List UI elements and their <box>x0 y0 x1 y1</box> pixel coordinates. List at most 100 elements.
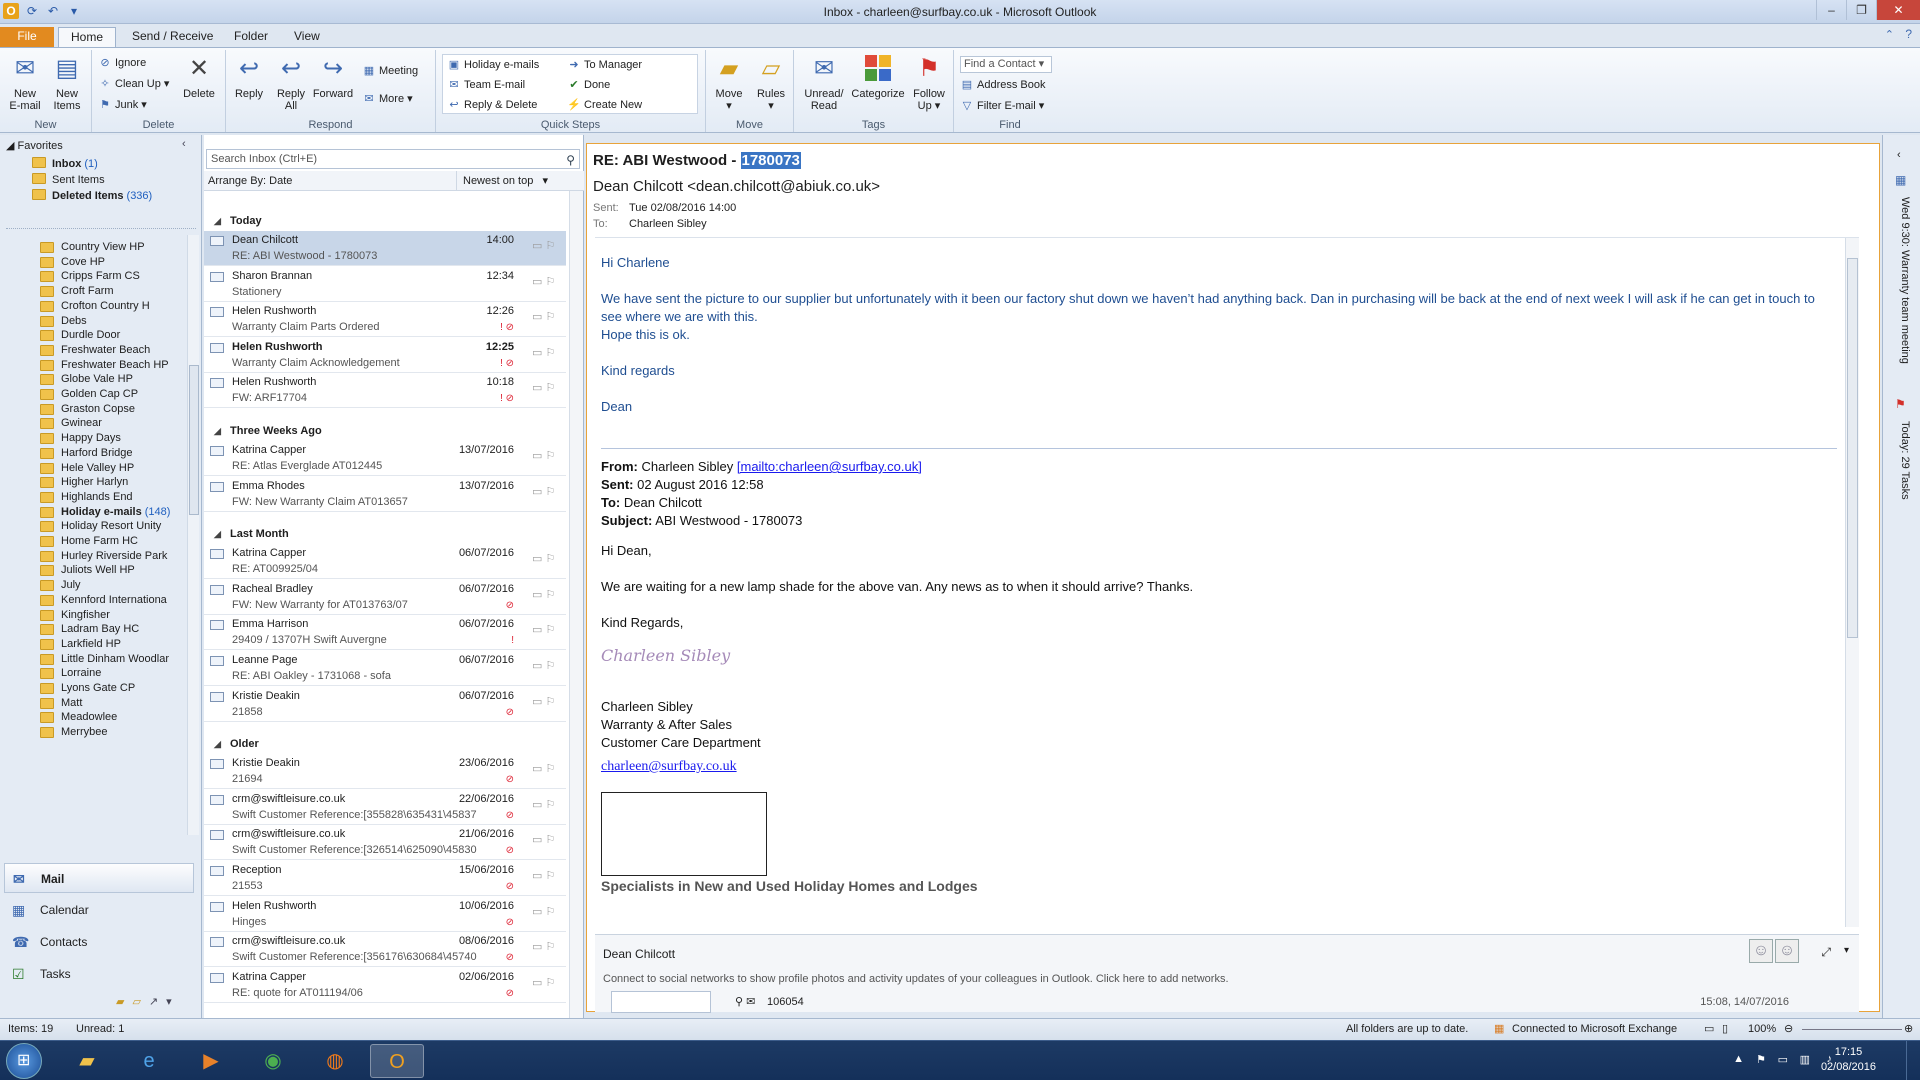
junk-button[interactable]: ⚑ Junk ▾ <box>98 96 147 114</box>
message-row[interactable]: Katrina Capper RE: AT009925/04 06/07/2016 ▭… <box>204 544 566 580</box>
message-row[interactable]: Helen Rushworth Hinges 10/06/2016 ⊘ ▭ ⚐ <box>204 897 566 932</box>
close-button[interactable]: ✕ <box>1876 0 1920 20</box>
nav-tasks-button[interactable]: ☑ Tasks <box>4 959 194 989</box>
category-flag-icon[interactable]: ▭ ⚐ <box>532 659 558 673</box>
category-flag-icon[interactable]: ▭ ⚐ <box>532 449 558 463</box>
message-row[interactable]: Leanne Page RE: ABI Oakley - 1731068 - so… <box>204 651 566 686</box>
minimize-button[interactable]: – <box>1816 0 1846 20</box>
category-flag-icon[interactable]: ▭ ⚐ <box>532 976 558 990</box>
tab-view[interactable]: View <box>282 27 332 47</box>
people-pane-info[interactable]: Connect to social networks to show profi… <box>603 973 1229 985</box>
message-row[interactable]: Katrina Capper RE: quote for AT011194/06 0… <box>204 968 566 1003</box>
folder-scrollbar[interactable] <box>187 235 199 835</box>
tab-folder[interactable]: Folder <box>222 27 280 47</box>
search-inbox-input[interactable]: Search Inbox (Ctrl+E) ⚲ <box>206 149 580 169</box>
meeting-button[interactable]: ▦ Meeting <box>362 62 418 80</box>
taskbar-clock[interactable]: 17:15 02/08/2016 <box>1821 1045 1876 1075</box>
nav-calendar-button[interactable]: ▦ Calendar <box>4 895 194 925</box>
people-pane-tab[interactable] <box>611 991 711 1013</box>
category-flag-icon[interactable]: ▭ ⚐ <box>532 833 558 847</box>
message-row[interactable]: Racheal Bradley FW: New Warranty for AT01… <box>204 580 566 615</box>
category-flag-icon[interactable]: ▭ ⚐ <box>532 588 558 602</box>
category-flag-icon[interactable]: ▭ ⚐ <box>532 695 558 709</box>
reply-all-button[interactable]: ↩ Reply All <box>270 54 312 112</box>
taskbar-ie[interactable]: e <box>122 1044 176 1078</box>
follow-up-button[interactable]: ⚑ Follow Up ▾ <box>908 54 950 112</box>
message-row[interactable]: Emma Harrison 29409 / 13707H Swift Auverg… <box>204 615 566 651</box>
address-book-button[interactable]: ▤ Address Book <box>960 76 1046 94</box>
taskbar-chrome[interactable]: ◉ <box>246 1044 300 1078</box>
ignore-button[interactable]: ⊘ Ignore <box>98 54 146 72</box>
category-flag-icon[interactable]: ▭ ⚐ <box>532 869 558 883</box>
avatar-icon[interactable]: ☺ <box>1749 939 1773 963</box>
forward-button[interactable]: ↪ Forward <box>312 54 354 100</box>
tray-show-hidden-icon[interactable]: ▲ <box>1733 1053 1744 1065</box>
category-flag-icon[interactable]: ▭ ⚐ <box>532 798 558 812</box>
message-row[interactable]: Katrina Capper RE: Atlas Everglade AT0124… <box>204 441 566 476</box>
category-flag-icon[interactable]: ▭ ⚐ <box>532 762 558 776</box>
group-header[interactable]: ◢ Three Weeks Ago <box>214 423 322 439</box>
expand-people-pane-icon[interactable]: ⤢ <box>1821 945 1831 960</box>
arrange-by-button[interactable]: Arrange By: Date <box>208 171 292 191</box>
quickstep-to-manager[interactable]: ➜ To Manager <box>567 56 642 74</box>
tab-file[interactable]: File <box>0 27 54 47</box>
zoom-level[interactable]: 100% <box>1748 1019 1776 1040</box>
category-flag-icon[interactable]: ▭ ⚐ <box>532 381 558 395</box>
body-scrollbar[interactable] <box>1845 238 1859 927</box>
tab-home[interactable]: Home <box>58 27 117 47</box>
message-row[interactable]: Dean Chilcott RE: ABI Westwood - 1780073 1… <box>204 231 566 266</box>
new-items-button[interactable]: ▤ New Items <box>46 54 88 112</box>
message-list-scrollbar[interactable] <box>569 191 583 1018</box>
view-normal-icon[interactable]: ▭ <box>1704 1019 1714 1040</box>
folder-list-icon[interactable]: ▱ <box>132 995 140 1008</box>
minimize-ribbon-icon[interactable]: ⌃ <box>1885 28 1894 41</box>
reply-button[interactable]: ↩ Reply <box>228 54 270 100</box>
more-button[interactable]: ✉ More ▾ <box>362 90 412 108</box>
collapse-pane-icon[interactable]: ‹ <box>182 138 186 150</box>
message-row[interactable]: Helen Rushworth Warranty Claim Parts Orde… <box>204 302 566 338</box>
sort-order-button[interactable]: Newest on top ▾ <box>456 171 548 191</box>
taskbar-firefox[interactable]: ◍ <box>308 1044 362 1078</box>
category-flag-icon[interactable]: ▭ ⚐ <box>532 905 558 919</box>
move-button[interactable]: ▰ Move ▾ <box>708 54 750 112</box>
new-email-button[interactable]: ✉ New E-mail <box>4 54 46 112</box>
status-exchange[interactable]: Connected to Microsoft Exchange <box>1512 1019 1677 1040</box>
show-desktop-button[interactable] <box>1906 1041 1920 1080</box>
view-reading-icon[interactable]: ▯ <box>1722 1019 1728 1040</box>
category-flag-icon[interactable]: ▭ ⚐ <box>532 940 558 954</box>
zoom-slider[interactable] <box>1802 1029 1902 1030</box>
message-row[interactable]: Helen Rushworth Warranty Claim Acknowledg… <box>204 338 566 373</box>
help-icon[interactable]: ? <box>1905 27 1912 41</box>
category-flag-icon[interactable]: ▭ ⚐ <box>532 485 558 499</box>
category-flag-icon[interactable]: ▭ ⚐ <box>532 552 558 566</box>
start-button[interactable]: ⊞ <box>6 1043 42 1079</box>
message-row[interactable]: Reception 21553 15/06/2016 ⊘ ▭ ⚐ <box>204 861 566 896</box>
message-row[interactable]: Sharon Brannan Stationery 12:34 ▭ ⚐ <box>204 267 566 302</box>
message-row[interactable]: Emma Rhodes FW: New Warranty Claim AT0136… <box>204 477 566 512</box>
tray-network-icon[interactable]: ▥ <box>1800 1053 1810 1066</box>
group-header[interactable]: ◢ Older <box>214 736 259 752</box>
quickstep-team-email[interactable]: ✉ Team E-mail <box>447 76 525 94</box>
category-flag-icon[interactable]: ▭ ⚐ <box>532 310 558 324</box>
signature-email-link[interactable]: charleen@surfbay.co.uk <box>601 758 737 776</box>
expand-todo-icon[interactable]: ‹ <box>1897 149 1901 161</box>
shortcuts-icon[interactable]: ↗ <box>149 995 158 1008</box>
message-row[interactable]: Kristie Deakin 21694 23/06/2016 ⊘ ▭ ⚐ <box>204 754 566 790</box>
search-icon[interactable]: ⚲ <box>566 151 575 169</box>
body-scrollbar-thumb[interactable] <box>1847 258 1858 638</box>
filter-email-button[interactable]: ▽ Filter E-mail ▾ <box>960 97 1044 115</box>
maximize-button[interactable]: ❐ <box>1846 0 1876 20</box>
nav-mail-button[interactable]: ✉ Mail <box>4 863 194 893</box>
message-row[interactable]: crm@swiftleisure.co.uk Swift Customer Ref… <box>204 825 566 861</box>
todo-tasks[interactable]: Today: 29 Tasks <box>1899 421 1911 500</box>
tray-display-icon[interactable]: ▭ <box>1778 1053 1788 1066</box>
group-header[interactable]: ◢ Today <box>214 213 262 229</box>
message-row[interactable]: Kristie Deakin 21858 06/07/2016 ⊘ ▭ ⚐ <box>204 687 566 722</box>
scrollbar-thumb[interactable] <box>189 365 199 515</box>
todo-appointment[interactable]: Wed 9:30: Warranty team meeting <box>1899 197 1911 364</box>
quickstep-reply-delete[interactable]: ↩ Reply & Delete <box>447 96 537 114</box>
find-contact-input[interactable]: Find a Contact ▾ <box>960 56 1052 73</box>
categorize-button[interactable]: Categorize <box>850 54 906 100</box>
delete-button[interactable]: ✕ Delete <box>178 54 220 100</box>
unread-read-button[interactable]: ✉ Unread/ Read <box>800 54 848 112</box>
